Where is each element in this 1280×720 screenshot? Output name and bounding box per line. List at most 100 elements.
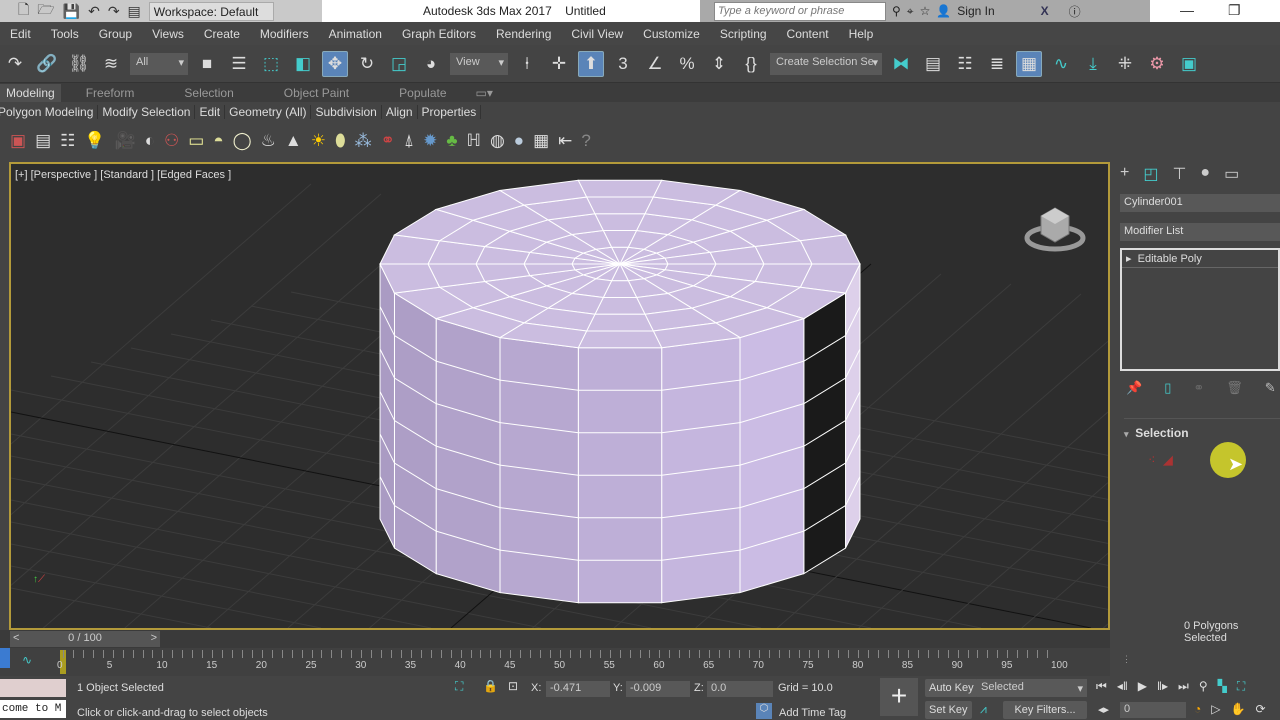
keyboard-shortcut-override-icon[interactable]: ⬆ <box>578 50 604 77</box>
zoom-icon[interactable]: ⚲ <box>1199 679 1208 694</box>
video-camera-icon[interactable]: ⚇ <box>164 131 179 151</box>
modify-tab-icon[interactable]: ◰ <box>1143 164 1158 184</box>
open-file-icon[interactable]: 🗁 <box>37 0 54 23</box>
tab-object-paint[interactable]: Object Paint <box>259 86 374 100</box>
isolate-selection-icon[interactable]: ⛶ <box>455 679 463 694</box>
menu-rendering[interactable]: Rendering <box>486 27 561 41</box>
vertex-icon[interactable]: ⁖ <box>1148 452 1156 467</box>
make-unique-icon[interactable]: ⚭ <box>1193 380 1204 396</box>
align-icon[interactable]: ▤ <box>920 51 946 77</box>
panel-edit[interactable]: Edit <box>195 104 226 119</box>
help-circle-icon[interactable]: ? <box>581 131 590 151</box>
cone-icon[interactable]: ▲ <box>285 131 302 151</box>
project-icon[interactable]: ▤ <box>128 3 141 20</box>
molecule-icon[interactable]: ⚭ <box>381 131 395 151</box>
binoculars-icon[interactable]: ⚲ <box>892 4 901 18</box>
time-slider-thumb[interactable]: < 0 / 100 > <box>10 631 160 647</box>
scene-explorer-icon[interactable]: ☷ <box>952 51 978 77</box>
z-coordinate-field[interactable]: 0.0 <box>707 681 773 697</box>
ribbon-options-icon[interactable]: ▭▾ <box>472 86 497 100</box>
menu-content[interactable]: Content <box>777 27 839 41</box>
pivot-center-icon[interactable]: ⍿ <box>514 51 540 77</box>
forest-icon[interactable]: ⍋ <box>404 131 414 151</box>
workspace-dropdown[interactable]: Workspace: Default <box>148 1 274 21</box>
panel-geometry-all[interactable]: Geometry (All) <box>225 104 312 119</box>
auto-key-button[interactable]: Auto Key <box>925 679 978 697</box>
menu-create[interactable]: Create <box>194 27 250 41</box>
tab-selection[interactable]: Selection <box>159 86 258 100</box>
x-coordinate-field[interactable]: -0.471 <box>546 681 610 697</box>
redo-icon[interactable]: ↷ <box>2 51 28 77</box>
menu-scripting[interactable]: Scripting <box>710 27 777 41</box>
menu-modifiers[interactable]: Modifiers <box>250 27 319 41</box>
set-keys-button[interactable]: + <box>880 678 918 716</box>
add-time-tag-button[interactable]: Add Time Tag <box>779 707 846 719</box>
tab-populate[interactable]: Populate <box>374 86 471 100</box>
sign-in-button[interactable]: Sign In <box>957 4 994 18</box>
previous-frame-icon[interactable]: ◂‖ <box>1117 679 1128 694</box>
menu-views[interactable]: Views <box>142 27 194 41</box>
remove-modifier-icon[interactable]: 🗑 <box>1226 380 1243 396</box>
set-key-button[interactable]: Set Key <box>925 701 972 719</box>
ox-icon[interactable]: ◍ <box>490 131 505 151</box>
menu-animation[interactable]: Animation <box>319 27 392 41</box>
play-icon[interactable]: ▶ <box>1138 679 1147 694</box>
object-name-field[interactable]: Cylinder001 <box>1120 194 1280 212</box>
search-input[interactable]: Type a keyword or phrase <box>714 1 886 21</box>
select-by-name-icon[interactable]: ☰ <box>226 51 252 77</box>
grip-icon[interactable]: ⋮ <box>1122 654 1131 665</box>
rectangular-selection-icon[interactable]: ⬚ <box>258 51 284 77</box>
edit-named-selection-icon[interactable]: {} <box>738 51 764 77</box>
stack-item-editable-poly[interactable]: ▸ Editable Poly <box>1122 250 1278 268</box>
render-settings-icon[interactable]: ▦ <box>533 131 549 151</box>
bind-space-warp-icon[interactable]: ≋ <box>98 51 124 77</box>
window-crossing-icon[interactable]: ◧ <box>290 51 316 77</box>
curve-editor-icon[interactable]: ∿ <box>1048 51 1074 77</box>
minimize-icon[interactable]: — <box>1180 2 1194 19</box>
viewport-scene[interactable] <box>11 164 1108 628</box>
import-icon[interactable]: ⇤ <box>558 131 572 151</box>
current-frame-field[interactable]: 0 <box>1120 702 1186 718</box>
menu-help[interactable]: Help <box>839 27 884 41</box>
menu-group[interactable]: Group <box>89 27 142 41</box>
perspective-viewport[interactable]: [+] [Perspective ] [Standard ] [Edged Fa… <box>9 162 1110 630</box>
save-icon[interactable]: 💾 <box>63 3 80 20</box>
selection-rollout-header[interactable]: ▾ Selection <box>1124 426 1189 440</box>
expand-triangle-icon[interactable]: ▸ <box>1126 253 1132 265</box>
light-lister-icon[interactable]: 💡 <box>84 131 105 151</box>
mirror-icon[interactable]: ⧓ <box>888 51 914 77</box>
display-tab-icon[interactable]: ▭ <box>1224 164 1239 184</box>
list-icon[interactable]: ▤ <box>35 131 51 151</box>
particles-icon[interactable]: ⁂ <box>355 131 372 151</box>
dome-light-icon[interactable]: ◓ <box>213 131 223 151</box>
show-end-result-icon[interactable]: ▯ <box>1164 380 1171 396</box>
zoom-all-icon[interactable]: ▚ <box>1218 679 1227 694</box>
key-mode-dropdown[interactable]: Selected <box>977 679 1087 697</box>
selection-filter-dropdown[interactable]: All <box>130 52 188 75</box>
render-setup-icon[interactable]: ⚙ <box>1144 51 1170 77</box>
absolute-mode-icon[interactable]: ⊡ <box>508 679 518 693</box>
sphere-material-icon[interactable]: ● <box>514 131 524 151</box>
sun-icon[interactable]: ☀ <box>311 131 326 151</box>
restore-icon[interactable]: ❐ <box>1228 2 1241 19</box>
menu-edit[interactable]: Edit <box>0 27 41 41</box>
dope-sheet-icon[interactable]: ⤓ <box>1080 51 1106 77</box>
angle-snap-icon[interactable]: ∠ <box>642 51 668 77</box>
panel-subdivision[interactable]: Subdivision <box>311 104 382 119</box>
configure-modifier-sets-icon[interactable]: ✎ <box>1265 380 1276 396</box>
snaps-toggle-icon[interactable]: 3 <box>610 51 636 77</box>
select-scale-icon[interactable]: ◲ <box>386 51 412 77</box>
material-editor-icon[interactable]: ▣ <box>10 131 26 151</box>
select-rotate-icon[interactable]: ↻ <box>354 51 380 77</box>
help-icon[interactable]: ⓘ <box>1069 3 1081 20</box>
selection-lock-icon[interactable]: 🔒 <box>483 679 498 693</box>
select-manipulate-icon[interactable]: ✛ <box>546 51 572 77</box>
camera-sequencer-icon[interactable]: ◐ <box>145 131 155 151</box>
menu-graph-editors[interactable]: Graph Editors <box>392 27 486 41</box>
trackbar[interactable]: ∿ 0 5 10 15 20 25 30 35 40 45 50 55 60 65 70 75 80 85 90 95… <box>0 648 1110 676</box>
plane-icon[interactable]: ▭ <box>188 131 204 151</box>
schematic-view-icon[interactable]: ⁜ <box>1112 51 1138 77</box>
exchange-icon[interactable]: X <box>1041 4 1049 18</box>
layer-explorer-icon[interactable]: ≣ <box>984 51 1010 77</box>
next-frame-icon[interactable]: ‖▸ <box>1157 679 1168 694</box>
